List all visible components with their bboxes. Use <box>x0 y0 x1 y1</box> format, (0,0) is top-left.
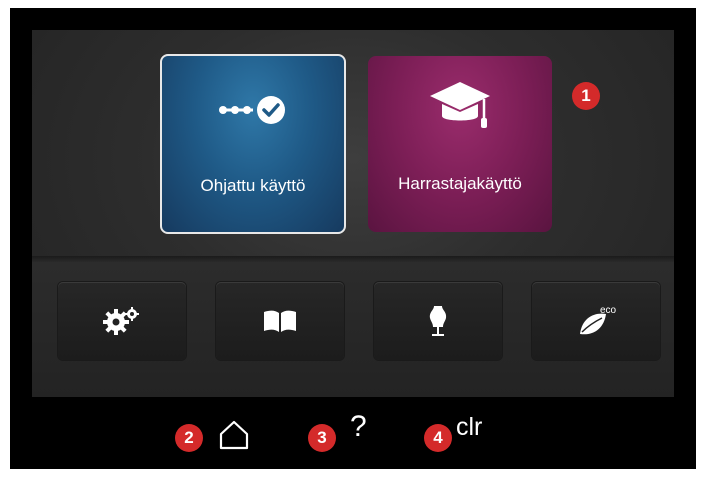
bottom-navigation-bar: 2 3 ? 4 clr <box>10 397 696 469</box>
mode-selection-area: Ohjattu käyttö Harrastajakäyttö 1 <box>32 30 674 256</box>
help-button[interactable]: ? <box>350 410 367 444</box>
callout-badge-3: 3 <box>308 424 336 452</box>
home-icon[interactable] <box>218 419 250 451</box>
eco-mode-button[interactable]: eco <box>532 282 660 360</box>
device-frame: Ohjattu käyttö Harrastajakäyttö 1 eco 2 … <box>10 8 696 469</box>
creative-mode-label: Harrastajakäyttö <box>398 174 522 193</box>
clear-button[interactable]: clr <box>456 413 482 442</box>
callout-badge-2: 2 <box>175 424 203 452</box>
creative-consultant-button[interactable] <box>374 282 502 360</box>
function-buttons-area: eco <box>32 262 674 397</box>
dress-form-icon <box>429 306 447 336</box>
eco-leaf-icon: eco <box>580 305 616 335</box>
guided-mode-label: Ohjattu käyttö <box>200 176 306 195</box>
settings-button[interactable] <box>58 282 186 360</box>
creative-mode-tile[interactable]: Harrastajakäyttö <box>368 56 552 232</box>
settings-gears-icon <box>103 307 139 335</box>
eco-label: eco <box>600 305 616 316</box>
book-icon <box>264 310 296 332</box>
home-screen: Ohjattu käyttö Harrastajakäyttö 1 eco <box>32 30 674 397</box>
graduation-cap-icon <box>430 82 490 128</box>
callout-badge-1: 1 <box>572 82 600 110</box>
tutorial-book-button[interactable] <box>216 282 344 360</box>
guided-mode-tile[interactable]: Ohjattu käyttö <box>160 54 346 234</box>
guided-path-check-icon <box>219 96 285 124</box>
callout-badge-4: 4 <box>424 424 452 452</box>
